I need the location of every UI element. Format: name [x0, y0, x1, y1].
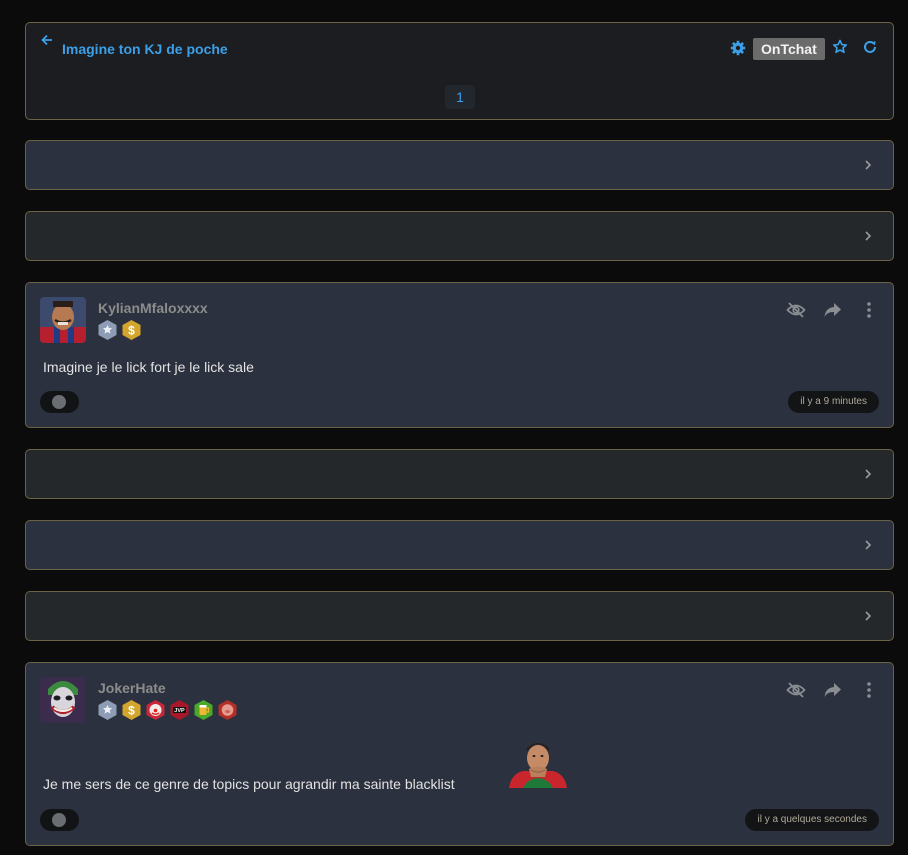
- more-options-icon[interactable]: [859, 680, 879, 700]
- star-badge-icon: [98, 700, 117, 720]
- avatar[interactable]: [40, 297, 86, 343]
- collapsed-post[interactable]: [25, 140, 894, 190]
- gear-icon[interactable]: [730, 40, 746, 56]
- svg-text:JVP: JVP: [174, 708, 185, 714]
- avatar[interactable]: [40, 677, 86, 723]
- svg-text:$: $: [128, 324, 135, 338]
- dollar-badge-icon: $: [122, 320, 141, 340]
- chevron-right-icon: [865, 469, 872, 479]
- reaction-button[interactable]: [40, 809, 79, 831]
- post: JokerHate $ JVP Je me sers de ce genre d…: [25, 662, 894, 846]
- reaction-button[interactable]: [40, 391, 79, 413]
- star-icon[interactable]: [832, 39, 848, 55]
- emoji-icon: [52, 813, 66, 827]
- beer-badge-icon: [194, 700, 213, 720]
- chevron-right-icon: [865, 231, 872, 241]
- post: KylianMfaloxxxx $ Imagine je le lick for…: [25, 282, 894, 428]
- timestamp[interactable]: il y a 9 minutes: [788, 391, 879, 413]
- chevron-right-icon: [865, 540, 872, 550]
- svg-text:$: $: [128, 704, 135, 718]
- topic-header: Imagine ton KJ de poche OnTchat 1: [25, 22, 894, 120]
- collapsed-post[interactable]: [25, 520, 894, 570]
- collapsed-post[interactable]: [25, 591, 894, 641]
- badge-list: $: [97, 319, 142, 341]
- ontchat-button[interactable]: OnTchat: [753, 38, 825, 60]
- hide-eye-icon[interactable]: [786, 300, 806, 320]
- post-text: Je me sers de ce genre de topics pour ag…: [43, 776, 455, 792]
- share-icon[interactable]: [823, 680, 843, 700]
- refresh-icon[interactable]: [862, 39, 878, 55]
- hide-eye-icon[interactable]: [786, 680, 806, 700]
- emoji-icon: [52, 395, 66, 409]
- star-badge-icon: [98, 320, 117, 340]
- username[interactable]: KylianMfaloxxxx: [98, 300, 208, 316]
- jvp-badge-icon: JVP: [170, 700, 189, 720]
- share-icon[interactable]: [823, 300, 843, 320]
- pig-badge-icon: [218, 700, 237, 720]
- page-number-button[interactable]: 1: [445, 85, 475, 109]
- topic-title[interactable]: Imagine ton KJ de poche: [62, 41, 228, 57]
- more-options-icon[interactable]: [859, 300, 879, 320]
- post-text: Imagine je le lick fort je le lick sale: [43, 359, 254, 375]
- chevron-right-icon: [865, 611, 872, 621]
- chevron-right-icon: [865, 160, 872, 170]
- badge-list: $ JVP: [97, 699, 238, 721]
- collapsed-post[interactable]: [25, 449, 894, 499]
- back-arrow-icon[interactable]: [40, 33, 54, 47]
- timestamp[interactable]: il y a quelques secondes: [745, 809, 879, 831]
- username[interactable]: JokerHate: [98, 680, 166, 696]
- collapsed-post[interactable]: [25, 211, 894, 261]
- clown-badge-icon: [146, 700, 165, 720]
- dollar-badge-icon: $: [122, 700, 141, 720]
- sticker-image: [509, 743, 567, 788]
